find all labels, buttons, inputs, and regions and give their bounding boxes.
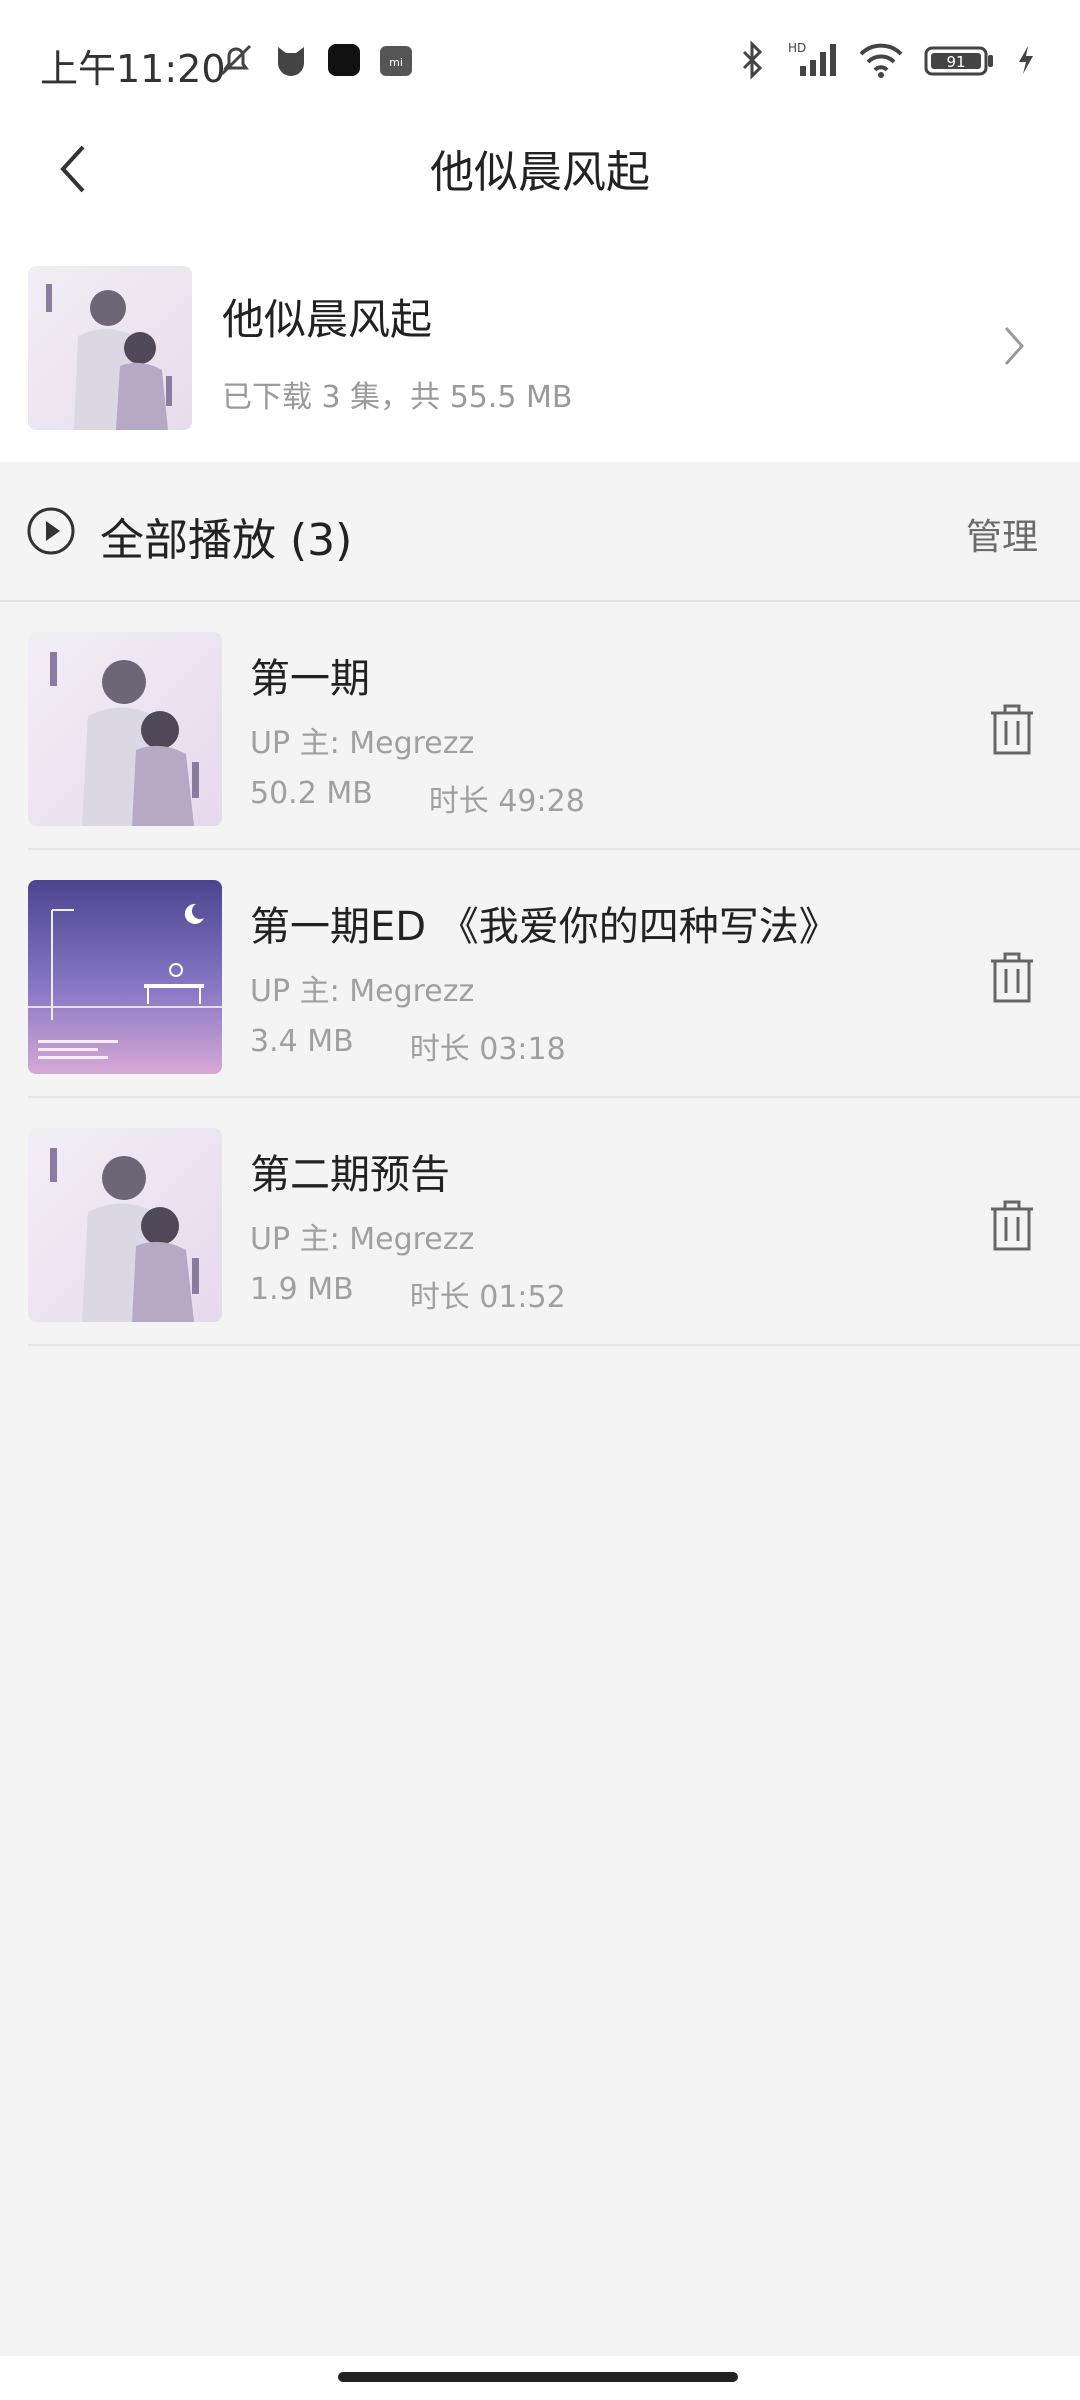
status-time: 上午11:20 — [40, 47, 226, 91]
episode-size: 50.2 MB — [250, 776, 373, 811]
episode-uploader: UP 主: Megrezz — [250, 726, 475, 761]
page-title: 他似晨风起 — [430, 147, 650, 198]
chevron-right-icon — [1002, 324, 1026, 372]
trash-icon — [991, 704, 1033, 755]
cat-app-icon — [272, 41, 310, 79]
episode-cover-image — [28, 880, 222, 1074]
battery-icon: 91 — [924, 40, 996, 80]
play-all-bar: 全部播放 (3) 管理 — [0, 462, 1080, 602]
header: 他似晨风起 — [0, 110, 1080, 230]
delete-button[interactable] — [982, 1196, 1042, 1256]
trash-icon — [991, 952, 1033, 1003]
download-detail-screen: 上午11:20 mi HD 91 他似晨风起 他似晨风起 已下载 3 集，共 5… — [0, 0, 1080, 2400]
status-bar: 上午11:20 mi HD 91 — [0, 0, 1080, 110]
episode-item-2[interactable]: 第一期ED 《我爱你的四种写法》 UP 主: Megrezz 3.4 MB 时长… — [0, 850, 1080, 1098]
episode-meta: 3.4 MB 时长 03:18 — [250, 1024, 566, 1068]
episode-item-1[interactable]: 第一期 UP 主: Megrezz 50.2 MB 时长 49:28 — [0, 602, 1080, 850]
manage-button[interactable]: 管理 — [966, 508, 1038, 560]
episode-duration: 时长 01:52 — [409, 1280, 566, 1315]
episode-cover-image — [28, 632, 222, 826]
trash-icon — [991, 1200, 1033, 1251]
episode-meta: 1.9 MB 时长 01:52 — [250, 1272, 566, 1316]
episode-duration: 时长 03:18 — [409, 1032, 566, 1067]
black-app-icon — [326, 42, 362, 78]
bluetooth-icon — [740, 40, 766, 80]
episode-uploader: UP 主: Megrezz — [250, 1222, 475, 1257]
home-indicator[interactable] — [338, 2372, 738, 2382]
charging-icon — [1016, 40, 1036, 80]
signal-icon: HD — [786, 40, 838, 80]
album-cover-image — [28, 266, 192, 430]
album-summary-card[interactable]: 他似晨风起 已下载 3 集，共 55.5 MB — [0, 230, 1080, 462]
episode-size: 3.4 MB — [250, 1024, 354, 1059]
episode-meta: 50.2 MB 时长 49:28 — [250, 776, 585, 820]
episode-list: 第一期 UP 主: Megrezz 50.2 MB 时长 49:28 第一期ED… — [0, 602, 1080, 1346]
album-title: 他似晨风起 — [222, 295, 433, 344]
episode-item-3[interactable]: 第二期预告 UP 主: Megrezz 1.9 MB 时长 01:52 — [0, 1098, 1080, 1346]
svg-text:mi: mi — [389, 56, 403, 69]
play-circle-icon[interactable] — [26, 506, 76, 560]
episode-size: 1.9 MB — [250, 1272, 354, 1307]
episode-uploader: UP 主: Megrezz — [250, 974, 475, 1009]
episode-title: 第一期 — [250, 656, 370, 702]
episode-duration: 时长 49:28 — [428, 784, 585, 819]
episode-title: 第二期预告 — [250, 1152, 450, 1198]
mute-bell-icon — [216, 40, 256, 80]
status-right-icons: HD 91 — [740, 40, 1036, 80]
mi-store-icon: mi — [378, 42, 414, 78]
svg-text:91: 91 — [946, 53, 965, 71]
status-left-icons: mi — [216, 40, 414, 80]
svg-text:HD: HD — [788, 41, 806, 55]
delete-button[interactable] — [982, 700, 1042, 760]
episode-cover-image — [28, 1128, 222, 1322]
play-all-button[interactable]: 全部播放 (3) — [100, 504, 352, 568]
delete-button[interactable] — [982, 948, 1042, 1008]
album-download-summary: 已下载 3 集，共 55.5 MB — [222, 380, 573, 415]
episode-title: 第一期ED 《我爱你的四种写法》 — [250, 904, 839, 950]
wifi-icon — [858, 40, 904, 80]
